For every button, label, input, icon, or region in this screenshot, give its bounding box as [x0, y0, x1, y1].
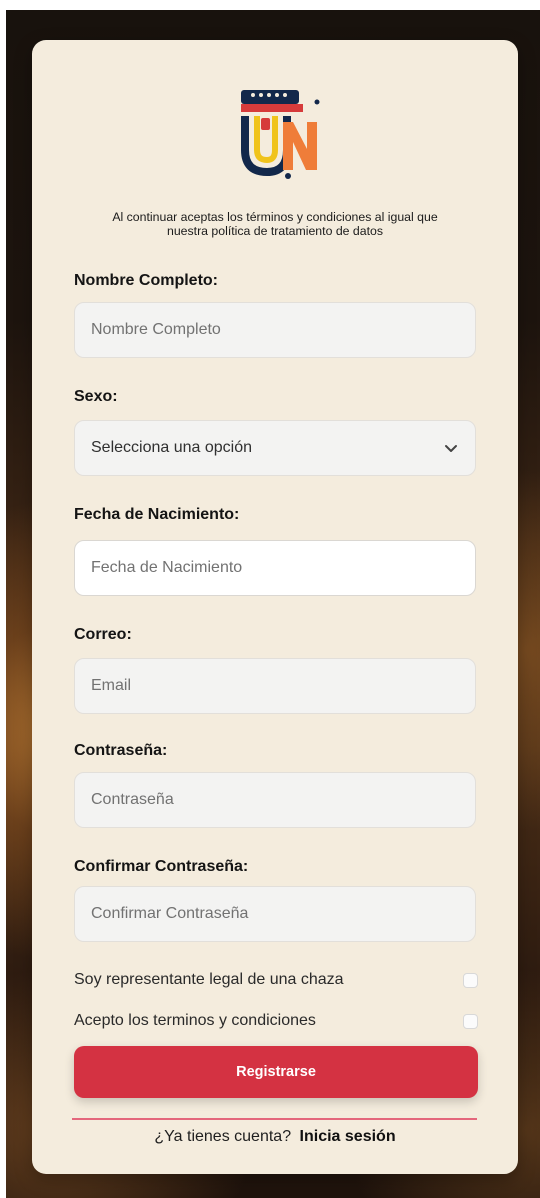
confirm-password-label: Confirmar Contraseña:	[74, 858, 249, 875]
terms-notice: Al continuar aceptas los términos y cond…	[54, 210, 496, 238]
registration-screen: Al continuar aceptas los términos y cond…	[0, 0, 540, 1198]
accept-terms-checkbox[interactable]	[463, 1013, 478, 1029]
legal-representative-checkbox[interactable]	[463, 972, 478, 988]
legal-representative-row: Soy representante legal de una chaza	[74, 968, 478, 992]
email-placeholder: Email	[91, 677, 132, 694]
email-input[interactable]: Email	[74, 658, 476, 714]
login-link[interactable]: Inicia sesión	[300, 1128, 396, 1145]
full-name-label: Nombre Completo:	[74, 272, 218, 289]
login-prompt-text: ¿Ya tienes cuenta?	[154, 1128, 292, 1145]
chevron-down-icon	[445, 445, 457, 452]
password-input[interactable]: Contraseña	[74, 772, 476, 828]
birth-date-input[interactable]: Fecha de Nacimiento	[74, 540, 476, 596]
un-store-logo	[237, 88, 321, 180]
login-prompt-row: ¿Ya tienes cuenta? Inicia sesión	[32, 1128, 518, 1146]
accept-terms-row: Acepto los terminos y condiciones	[74, 1009, 478, 1033]
terms-notice-line-2: nuestra política de tratamiento de datos	[166, 224, 383, 238]
password-placeholder: Contraseña	[91, 791, 174, 808]
birth-date-placeholder: Fecha de Nacimiento	[91, 559, 243, 576]
full-name-input[interactable]: Nombre Completo	[74, 302, 476, 358]
confirm-password-input[interactable]: Confirmar Contraseña	[74, 886, 476, 942]
sex-select[interactable]: Selecciona una opción	[74, 420, 476, 476]
legal-representative-label: Soy representante legal de una chaza	[74, 971, 344, 988]
terms-notice-line-1: Al continuar aceptas los términos y cond…	[112, 210, 438, 224]
birth-date-label: Fecha de Nacimiento:	[74, 506, 240, 523]
confirm-password-placeholder: Confirmar Contraseña	[91, 905, 249, 922]
accept-terms-label: Acepto los terminos y condiciones	[74, 1012, 316, 1029]
sex-select-value: Selecciona una opción	[91, 439, 253, 456]
password-label: Contraseña:	[74, 742, 168, 759]
sex-label: Sexo:	[74, 388, 118, 405]
un-store-logo-graphic	[241, 90, 320, 179]
register-button[interactable]: Registrarse	[74, 1046, 478, 1098]
full-name-placeholder: Nombre Completo	[91, 321, 221, 338]
email-label: Correo:	[74, 626, 132, 643]
divider	[72, 1118, 477, 1120]
registration-card: Al continuar aceptas los términos y cond…	[32, 40, 518, 1174]
